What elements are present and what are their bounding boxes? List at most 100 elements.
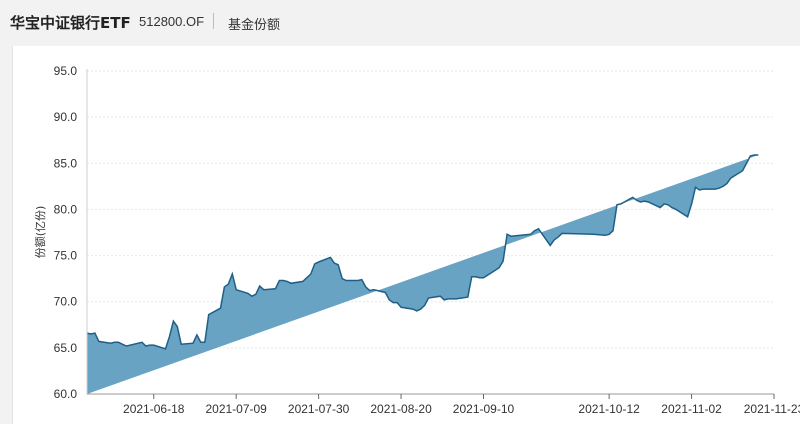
data-point [742,170,743,171]
x-tick-label: 2021-08-20 [370,402,432,416]
data-point [310,273,311,274]
data-point [263,289,264,290]
data-point [192,343,193,344]
data-point [177,326,178,327]
data-point [302,281,303,282]
data-point [397,302,398,303]
data-point [534,230,535,231]
data-point [722,186,723,187]
data-point [255,294,256,295]
data-point [149,345,150,346]
data-point [538,228,539,229]
data-point [746,163,747,164]
y-tick-label: 85.0 [54,156,78,170]
y-tick-label: 65.0 [54,341,78,355]
data-point [361,279,362,280]
data-point [259,285,260,286]
data-point [483,277,484,278]
data-point [773,0,774,1]
data-point [165,348,166,349]
data-point [153,345,154,346]
data-point [181,344,182,345]
series-area [87,155,759,394]
data-point [471,276,472,277]
data-point [612,230,613,231]
data-point [126,345,127,346]
data-point [122,344,123,345]
data-point [416,310,417,311]
data-point [94,333,95,334]
data-point [715,189,716,190]
y-tick-labels: 60.0 65.0 70.0 75.0 80.0 85.0 90.0 95.0 [54,64,78,401]
x-tick-label: 2021-09-10 [453,402,515,416]
data-point [196,334,197,335]
data-point [503,261,504,262]
data-point [455,298,456,299]
data-point [90,333,91,334]
data-point [110,343,111,344]
data-point [632,197,633,198]
data-point [550,245,551,246]
data-point [385,292,386,293]
x-tick-label: 2021-10-12 [578,402,640,416]
data-point [448,298,449,299]
data-point [691,203,692,204]
data-point [291,283,292,284]
data-point [699,189,700,190]
data-point [141,342,142,343]
data-point [495,270,496,271]
data-point [609,234,610,235]
data-point [318,261,319,262]
data-point [228,284,229,285]
data-point [750,155,751,156]
data-point [703,189,704,190]
data-point [118,342,119,343]
data-point [530,234,531,235]
x-tick-label: 2021-11-23 [744,402,800,416]
y-tick-label: 70.0 [54,295,78,309]
x-tick-label: 2021-07-30 [288,402,350,416]
data-point [452,298,453,299]
data-point [279,280,280,281]
data-point [675,209,676,210]
data-point [671,207,672,208]
data-point [232,273,233,274]
x-tick-label: 2021-06-18 [123,402,185,416]
x-tick-label: 2021-07-09 [205,402,267,416]
data-point [114,342,115,343]
y-axis-label: 份额(亿份) [34,206,47,259]
data-point [444,299,445,300]
data-point [726,183,727,184]
data-point [475,276,476,277]
data-point [200,342,201,343]
area-layer [86,0,774,394]
data-point [718,188,719,189]
data-point [420,309,421,310]
data-point [251,296,252,297]
data-point [275,288,276,289]
data-point [283,280,284,281]
data-point [507,234,508,235]
data-point [593,234,594,235]
data-point [648,201,649,202]
data-point [660,207,661,208]
data-point [346,280,347,281]
data-point [389,299,390,300]
data-point [334,262,335,263]
x-tick-labels: 2021-06-18 2021-07-09 2021-07-30 2021-08-20… [123,394,800,416]
data-point [412,309,413,310]
data-point [287,281,288,282]
data-point [169,336,170,337]
data-point [730,178,731,179]
data-point [173,321,174,322]
data-point [236,289,237,290]
data-point [667,204,668,205]
data-point [620,203,621,204]
data-point [220,308,221,309]
data-point [145,345,146,346]
data-point [479,277,480,278]
data-point [338,264,339,265]
data-point [428,297,429,298]
data-point [687,216,688,217]
data-point [98,341,99,342]
